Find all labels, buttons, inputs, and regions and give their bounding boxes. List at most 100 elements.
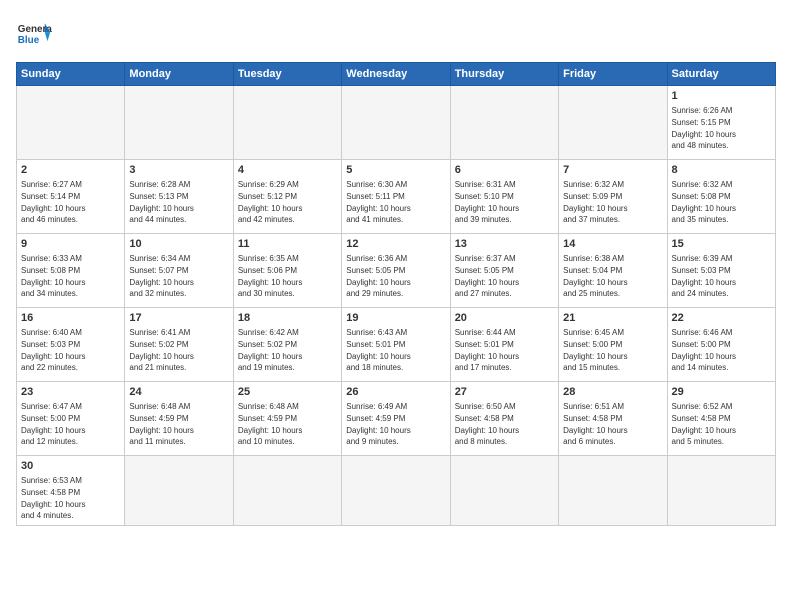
day-number: 6 [455,163,554,178]
day-info: Sunrise: 6:48 AM Sunset: 4:59 PM Dayligh… [129,401,228,447]
calendar-cell: 25Sunrise: 6:48 AM Sunset: 4:59 PM Dayli… [233,382,341,456]
calendar-week-1: 1Sunrise: 6:26 AM Sunset: 5:15 PM Daylig… [17,86,776,160]
day-number: 9 [21,237,120,252]
weekday-header-tuesday: Tuesday [233,63,341,86]
day-number: 21 [563,311,662,326]
day-info: Sunrise: 6:36 AM Sunset: 5:05 PM Dayligh… [346,253,445,299]
calendar-table: SundayMondayTuesdayWednesdayThursdayFrid… [16,62,776,526]
day-info: Sunrise: 6:34 AM Sunset: 5:07 PM Dayligh… [129,253,228,299]
day-info: Sunrise: 6:37 AM Sunset: 5:05 PM Dayligh… [455,253,554,299]
day-number: 2 [21,163,120,178]
day-number: 27 [455,385,554,400]
calendar-cell: 2Sunrise: 6:27 AM Sunset: 5:14 PM Daylig… [17,160,125,234]
day-info: Sunrise: 6:46 AM Sunset: 5:00 PM Dayligh… [672,327,771,373]
day-number: 19 [346,311,445,326]
day-info: Sunrise: 6:48 AM Sunset: 4:59 PM Dayligh… [238,401,337,447]
day-number: 12 [346,237,445,252]
calendar-cell [125,86,233,160]
calendar-cell: 21Sunrise: 6:45 AM Sunset: 5:00 PM Dayli… [559,308,667,382]
day-info: Sunrise: 6:33 AM Sunset: 5:08 PM Dayligh… [21,253,120,299]
day-number: 28 [563,385,662,400]
day-number: 10 [129,237,228,252]
calendar-cell [342,86,450,160]
calendar-cell: 18Sunrise: 6:42 AM Sunset: 5:02 PM Dayli… [233,308,341,382]
day-number: 29 [672,385,771,400]
calendar-cell: 8Sunrise: 6:32 AM Sunset: 5:08 PM Daylig… [667,160,775,234]
calendar-cell [559,456,667,526]
day-info: Sunrise: 6:40 AM Sunset: 5:03 PM Dayligh… [21,327,120,373]
day-info: Sunrise: 6:32 AM Sunset: 5:09 PM Dayligh… [563,179,662,225]
day-number: 16 [21,311,120,326]
calendar-cell [450,456,558,526]
calendar-cell: 7Sunrise: 6:32 AM Sunset: 5:09 PM Daylig… [559,160,667,234]
weekday-header-thursday: Thursday [450,63,558,86]
day-number: 3 [129,163,228,178]
calendar-cell: 16Sunrise: 6:40 AM Sunset: 5:03 PM Dayli… [17,308,125,382]
calendar-cell: 23Sunrise: 6:47 AM Sunset: 5:00 PM Dayli… [17,382,125,456]
calendar-cell: 26Sunrise: 6:49 AM Sunset: 4:59 PM Dayli… [342,382,450,456]
calendar-week-6: 30Sunrise: 6:53 AM Sunset: 4:58 PM Dayli… [17,456,776,526]
weekday-header-monday: Monday [125,63,233,86]
day-info: Sunrise: 6:31 AM Sunset: 5:10 PM Dayligh… [455,179,554,225]
weekday-header-sunday: Sunday [17,63,125,86]
day-info: Sunrise: 6:52 AM Sunset: 4:58 PM Dayligh… [672,401,771,447]
calendar-week-4: 16Sunrise: 6:40 AM Sunset: 5:03 PM Dayli… [17,308,776,382]
calendar-cell: 29Sunrise: 6:52 AM Sunset: 4:58 PM Dayli… [667,382,775,456]
calendar-cell [450,86,558,160]
calendar-cell: 28Sunrise: 6:51 AM Sunset: 4:58 PM Dayli… [559,382,667,456]
day-info: Sunrise: 6:29 AM Sunset: 5:12 PM Dayligh… [238,179,337,225]
day-info: Sunrise: 6:32 AM Sunset: 5:08 PM Dayligh… [672,179,771,225]
day-number: 24 [129,385,228,400]
calendar-cell [233,456,341,526]
day-info: Sunrise: 6:27 AM Sunset: 5:14 PM Dayligh… [21,179,120,225]
calendar-cell: 19Sunrise: 6:43 AM Sunset: 5:01 PM Dayli… [342,308,450,382]
day-number: 20 [455,311,554,326]
day-info: Sunrise: 6:50 AM Sunset: 4:58 PM Dayligh… [455,401,554,447]
day-number: 4 [238,163,337,178]
day-info: Sunrise: 6:53 AM Sunset: 4:58 PM Dayligh… [21,475,120,521]
day-info: Sunrise: 6:41 AM Sunset: 5:02 PM Dayligh… [129,327,228,373]
day-info: Sunrise: 6:28 AM Sunset: 5:13 PM Dayligh… [129,179,228,225]
weekday-header-saturday: Saturday [667,63,775,86]
calendar-cell: 20Sunrise: 6:44 AM Sunset: 5:01 PM Dayli… [450,308,558,382]
day-number: 7 [563,163,662,178]
day-number: 26 [346,385,445,400]
calendar-cell: 17Sunrise: 6:41 AM Sunset: 5:02 PM Dayli… [125,308,233,382]
day-number: 13 [455,237,554,252]
day-info: Sunrise: 6:47 AM Sunset: 5:00 PM Dayligh… [21,401,120,447]
day-info: Sunrise: 6:30 AM Sunset: 5:11 PM Dayligh… [346,179,445,225]
day-info: Sunrise: 6:39 AM Sunset: 5:03 PM Dayligh… [672,253,771,299]
calendar-cell [667,456,775,526]
calendar-cell: 6Sunrise: 6:31 AM Sunset: 5:10 PM Daylig… [450,160,558,234]
calendar-cell: 30Sunrise: 6:53 AM Sunset: 4:58 PM Dayli… [17,456,125,526]
day-number: 22 [672,311,771,326]
day-number: 1 [672,89,771,104]
calendar-cell [233,86,341,160]
day-info: Sunrise: 6:38 AM Sunset: 5:04 PM Dayligh… [563,253,662,299]
calendar-cell: 5Sunrise: 6:30 AM Sunset: 5:11 PM Daylig… [342,160,450,234]
day-info: Sunrise: 6:26 AM Sunset: 5:15 PM Dayligh… [672,105,771,151]
day-number: 15 [672,237,771,252]
calendar-week-5: 23Sunrise: 6:47 AM Sunset: 5:00 PM Dayli… [17,382,776,456]
calendar-cell: 1Sunrise: 6:26 AM Sunset: 5:15 PM Daylig… [667,86,775,160]
day-info: Sunrise: 6:44 AM Sunset: 5:01 PM Dayligh… [455,327,554,373]
calendar-cell [559,86,667,160]
calendar-cell: 13Sunrise: 6:37 AM Sunset: 5:05 PM Dayli… [450,234,558,308]
calendar-week-3: 9Sunrise: 6:33 AM Sunset: 5:08 PM Daylig… [17,234,776,308]
day-number: 25 [238,385,337,400]
day-number: 18 [238,311,337,326]
calendar-cell: 15Sunrise: 6:39 AM Sunset: 5:03 PM Dayli… [667,234,775,308]
calendar-cell: 11Sunrise: 6:35 AM Sunset: 5:06 PM Dayli… [233,234,341,308]
weekday-header-row: SundayMondayTuesdayWednesdayThursdayFrid… [17,63,776,86]
day-number: 8 [672,163,771,178]
weekday-header-wednesday: Wednesday [342,63,450,86]
day-number: 5 [346,163,445,178]
calendar-cell: 14Sunrise: 6:38 AM Sunset: 5:04 PM Dayli… [559,234,667,308]
calendar-cell: 4Sunrise: 6:29 AM Sunset: 5:12 PM Daylig… [233,160,341,234]
day-info: Sunrise: 6:51 AM Sunset: 4:58 PM Dayligh… [563,401,662,447]
day-number: 11 [238,237,337,252]
calendar-week-2: 2Sunrise: 6:27 AM Sunset: 5:14 PM Daylig… [17,160,776,234]
page-header: General Blue [16,16,776,52]
day-number: 30 [21,459,120,474]
svg-text:Blue: Blue [18,35,40,46]
